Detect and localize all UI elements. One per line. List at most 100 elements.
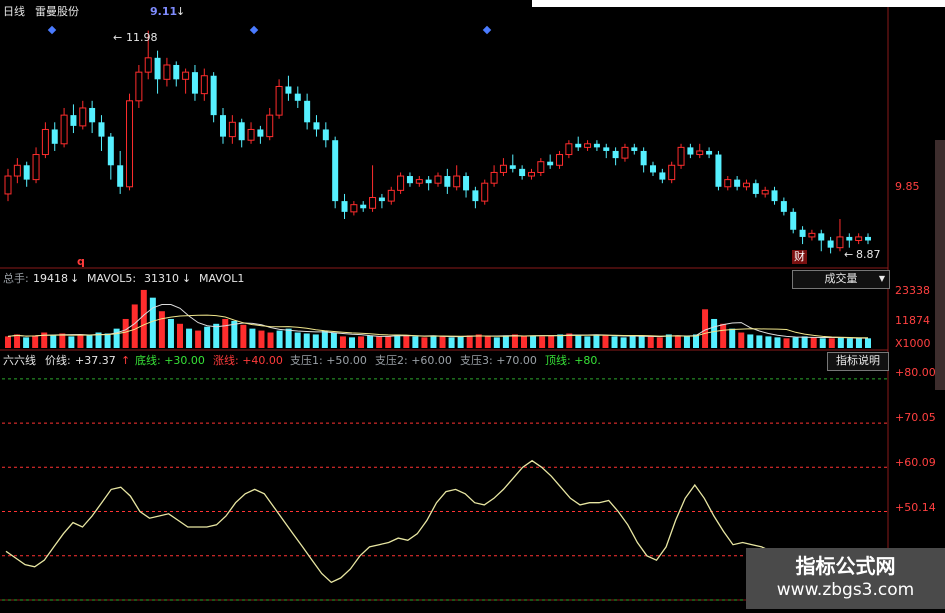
- volume-bar: [837, 337, 844, 348]
- volume-bar: [131, 304, 138, 348]
- chart-window: [0, 0, 945, 609]
- candle-body: [387, 189, 395, 202]
- candle-body: [415, 179, 423, 184]
- candle-body: [360, 204, 367, 209]
- volume-bar: [674, 335, 681, 348]
- candle-body: [51, 129, 58, 144]
- period-label[interactable]: 日线: [3, 5, 25, 19]
- volume-bar: [747, 334, 754, 348]
- volume-bar: [32, 335, 39, 348]
- volume-bar: [140, 289, 147, 348]
- volume-bar: [339, 336, 346, 348]
- candle-body: [527, 171, 535, 177]
- indicator-axis-80: +80.00: [895, 366, 936, 379]
- candle-body: [200, 75, 208, 95]
- candle-body: [659, 172, 666, 180]
- volume-bar: [204, 326, 211, 348]
- volume-bar: [593, 334, 600, 348]
- candle-body: [752, 183, 759, 194]
- volume-bar: [50, 335, 57, 348]
- volume-bar: [77, 334, 84, 348]
- volume-bar: [466, 335, 473, 348]
- indicator-axis-70: +70.05: [895, 411, 936, 424]
- volume-bar: [213, 323, 220, 348]
- candle-body: [350, 204, 358, 213]
- volume-bar: [412, 336, 419, 348]
- candle-body: [210, 75, 217, 116]
- volume-bar: [602, 335, 609, 348]
- volume-bar: [855, 338, 862, 348]
- candle-body: [332, 140, 339, 202]
- volume-bar: [828, 338, 835, 348]
- volume-bar: [819, 338, 826, 348]
- candle-body: [220, 115, 226, 137]
- volume-bar: [756, 335, 763, 348]
- volume-bar: [158, 311, 165, 348]
- candle-body: [238, 122, 245, 141]
- bottom-line-label: 底线: +30.00: [135, 354, 205, 367]
- indicator-name[interactable]: 六六线: [3, 354, 36, 368]
- volume-bar: [385, 336, 392, 348]
- volume-bar: [421, 337, 428, 348]
- candle-body: [322, 129, 329, 141]
- candle-body: [621, 146, 629, 159]
- cai-badge[interactable]: 财: [792, 250, 807, 264]
- candle-body: [135, 71, 143, 102]
- watermark-url: www.zbgs3.com: [776, 580, 915, 600]
- candle-body: [23, 165, 30, 180]
- volume-bar: [303, 333, 310, 348]
- volume-bar: [294, 332, 301, 348]
- candle-body: [650, 165, 656, 173]
- candle-body: [304, 100, 311, 123]
- volume-bar: [249, 328, 256, 348]
- candle-body: [191, 72, 198, 94]
- stock-chart[interactable]: [0, 0, 945, 609]
- candle-body: [313, 122, 320, 130]
- volume-bar: [638, 335, 645, 348]
- volume-bar: [258, 330, 265, 348]
- diamond-marker-icon: [47, 25, 57, 35]
- volume-bar: [448, 337, 455, 348]
- volume-bar: [376, 336, 383, 348]
- candle-body: [247, 128, 255, 141]
- indicator-help-button[interactable]: 指标说明: [827, 352, 889, 371]
- volume-bar: [149, 297, 156, 348]
- candle-body: [107, 136, 114, 166]
- volume-bar: [358, 336, 365, 348]
- candle-body: [547, 161, 554, 166]
- indicator-axis-50: +50.14: [895, 501, 936, 514]
- candle-body: [790, 211, 797, 230]
- volume-bar: [656, 337, 663, 348]
- volume-bar: [195, 330, 202, 348]
- candle-body: [41, 128, 49, 156]
- volume-bar: [430, 335, 437, 348]
- price-line-value: +37.37: [75, 354, 116, 367]
- candle-body: [163, 64, 171, 80]
- candle-body: [463, 176, 470, 191]
- candle-body: [687, 147, 694, 155]
- candle-body: [668, 164, 676, 181]
- volume-bar: [774, 337, 781, 348]
- volume-bar: [484, 336, 491, 348]
- candle-body: [453, 175, 461, 188]
- candle-body: [341, 201, 348, 212]
- indicator-select-value: 成交量: [824, 272, 858, 285]
- volume-bar: [104, 333, 111, 348]
- date-arrow-icon: ↓: [176, 5, 186, 18]
- candle-body: [472, 190, 479, 202]
- volume-bar: [792, 337, 799, 348]
- low-price-label: 8.87: [856, 248, 881, 261]
- candle-body: [584, 143, 592, 148]
- volume-bar: [312, 334, 319, 348]
- candle-body: [855, 236, 863, 242]
- indicator-select[interactable]: 成交量 ▼: [792, 270, 890, 289]
- candle-body: [60, 114, 68, 145]
- date-marker: 9.11: [150, 5, 178, 18]
- stock-name: 雷曼股份: [35, 5, 79, 18]
- top-line-label: 顶线: +80.: [545, 354, 601, 367]
- price-line-arrow-icon: ↑: [121, 354, 131, 367]
- volume-bar: [222, 318, 229, 348]
- volume-bar: [276, 330, 283, 348]
- volume-bar: [5, 336, 11, 348]
- volume-bar: [68, 336, 75, 348]
